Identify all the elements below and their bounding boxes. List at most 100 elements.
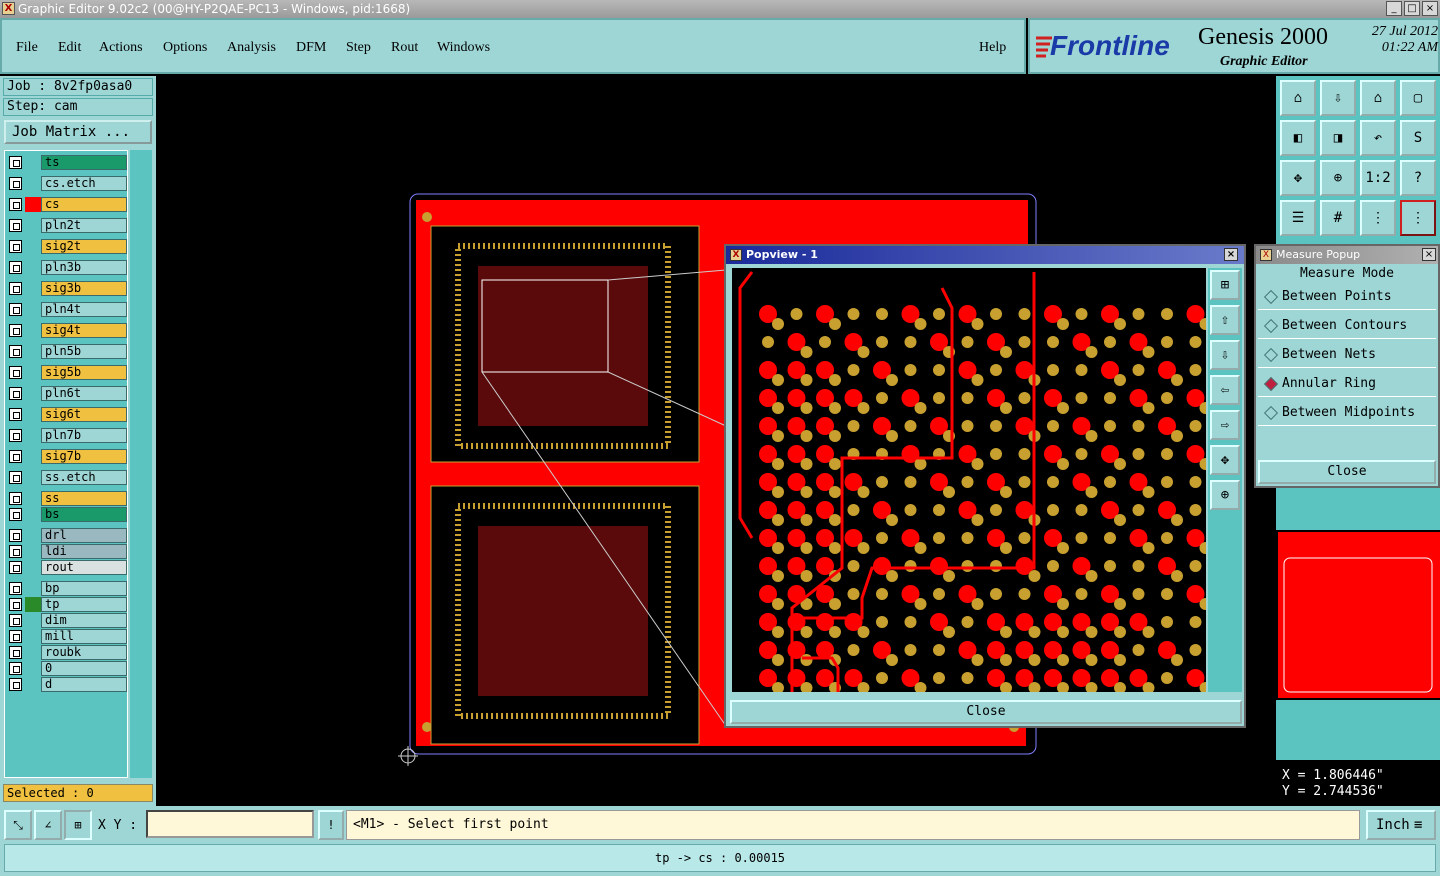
layer-row[interactable]: mill [7,629,127,644]
layer-name[interactable]: ts [41,155,127,170]
layer-name[interactable]: cs.etch [41,176,127,191]
layer-name[interactable]: roubk [41,645,127,660]
radio-diamond-icon[interactable] [1263,318,1279,334]
layer-color-swatch[interactable] [25,507,41,522]
layer-checkbox[interactable] [9,561,22,574]
layer-name[interactable]: rout [41,560,127,575]
layer-color-swatch[interactable] [25,629,41,644]
layer-color-swatch[interactable] [25,407,41,422]
pv-zoom-in-icon[interactable]: ⊞ [1210,270,1240,300]
layer-row[interactable]: sig3b [7,281,127,296]
unit-select[interactable]: Inch ≡ [1366,810,1436,840]
menu-options[interactable]: Options [163,40,207,56]
layer-row[interactable]: rout [7,560,127,575]
maximize-button[interactable]: □ [1404,1,1420,16]
layer-color-swatch[interactable] [25,613,41,628]
angle-mode-icon[interactable]: ∠ [34,810,62,840]
layer-name[interactable]: bp [41,581,127,596]
layer-row[interactable]: pln6t [7,386,127,401]
overview-map[interactable] [1276,530,1440,700]
layer-row[interactable]: cs [7,197,127,212]
menu-edit[interactable]: Edit [58,40,81,56]
layer-row[interactable]: pln2t [7,218,127,233]
layer-row[interactable]: sig7b [7,449,127,464]
layer-name[interactable]: 0 [41,661,127,676]
layer-row[interactable]: bs [7,507,127,522]
layers-icon[interactable]: ⋮ [1360,200,1396,236]
layer-name[interactable]: sig3b [41,281,127,296]
layer-name[interactable]: sig4t [41,323,127,338]
layer-checkbox[interactable] [9,366,22,379]
view-home-icon[interactable]: ⌂ [1280,80,1316,116]
zoom-fit-icon[interactable]: ✥ [1280,160,1316,196]
menu-help[interactable]: Help [979,40,1006,56]
menu-dfm[interactable]: DFM [296,40,326,56]
layer-row[interactable]: sig6t [7,407,127,422]
layer-color-swatch[interactable] [25,218,41,233]
layer-color-swatch[interactable] [25,281,41,296]
pv-right-icon[interactable]: ⇨ [1210,410,1240,440]
layer-name[interactable]: pln3b [41,260,127,275]
layer-row[interactable]: pln5b [7,344,127,359]
view-house-icon[interactable]: ⌂ [1360,80,1396,116]
layer-row[interactable]: ss [7,491,127,506]
layer-color-swatch[interactable] [25,449,41,464]
layer-row[interactable]: tp [7,597,127,612]
view-down-icon[interactable]: ⇩ [1320,80,1356,116]
layer-name[interactable]: pln6t [41,386,127,401]
layer-checkbox[interactable] [9,508,22,521]
layer-row[interactable]: dim [7,613,127,628]
pv-left-icon[interactable]: ⇦ [1210,375,1240,405]
pv-center-icon[interactable]: ⊕ [1210,480,1240,510]
layer-checkbox[interactable] [9,545,22,558]
pv-up-icon[interactable]: ⇧ [1210,305,1240,335]
close-window-button[interactable]: × [1422,1,1438,16]
layer-name[interactable]: mill [41,629,127,644]
layer-checkbox[interactable] [9,198,22,211]
radio-diamond-icon[interactable] [1263,347,1279,363]
layer-list-scrollbar[interactable] [130,150,152,778]
layer-row[interactable]: ldi [7,544,127,559]
grid-icon[interactable]: # [1320,200,1356,236]
layer-color-swatch[interactable] [25,386,41,401]
layer-name[interactable]: ss [41,491,127,506]
layer-checkbox[interactable] [9,408,22,421]
layer-name[interactable]: tp [41,597,127,612]
undo-view-icon[interactable]: ↶ [1360,120,1396,156]
layer-color-swatch[interactable] [25,470,41,485]
layer-checkbox[interactable] [9,471,22,484]
layer-color-swatch[interactable] [25,155,41,170]
layer-color-swatch[interactable] [25,491,41,506]
layer-checkbox[interactable] [9,345,22,358]
menu-file[interactable]: File [16,40,38,56]
layer-name[interactable]: pln7b [41,428,127,443]
measure-option[interactable]: Annular Ring [1258,371,1436,397]
layer-row[interactable]: pln7b [7,428,127,443]
layer-checkbox[interactable] [9,324,22,337]
layer-row[interactable]: cs.etch [7,176,127,191]
layer-checkbox[interactable] [9,678,22,691]
layer-name[interactable]: bs [41,507,127,522]
measure-icon[interactable]: ⋮ [1400,200,1436,236]
layer-name[interactable]: dim [41,613,127,628]
layer-color-swatch[interactable] [25,528,41,543]
measure-option[interactable]: Between Contours [1258,313,1436,339]
layer-name[interactable]: pln4t [41,302,127,317]
layer-name[interactable]: d [41,677,127,692]
layer-color-swatch[interactable] [25,661,41,676]
layer-checkbox[interactable] [9,614,22,627]
menu-rout[interactable]: Rout [391,40,418,56]
layer-row[interactable]: drl [7,528,127,543]
layer-color-swatch[interactable] [25,239,41,254]
layer-color-swatch[interactable] [25,260,41,275]
layer-name[interactable]: sig6t [41,407,127,422]
layer-name[interactable]: cs [41,197,127,212]
layer-checkbox[interactable] [9,582,22,595]
layer-color-swatch[interactable] [25,365,41,380]
popview-close-button[interactable]: Close [730,700,1242,724]
pan-left-icon[interactable]: ◧ [1280,120,1316,156]
layer-row[interactable]: sig2t [7,239,127,254]
layer-checkbox[interactable] [9,282,22,295]
zoom-center-icon[interactable]: ⊕ [1320,160,1356,196]
layer-checkbox[interactable] [9,492,22,505]
